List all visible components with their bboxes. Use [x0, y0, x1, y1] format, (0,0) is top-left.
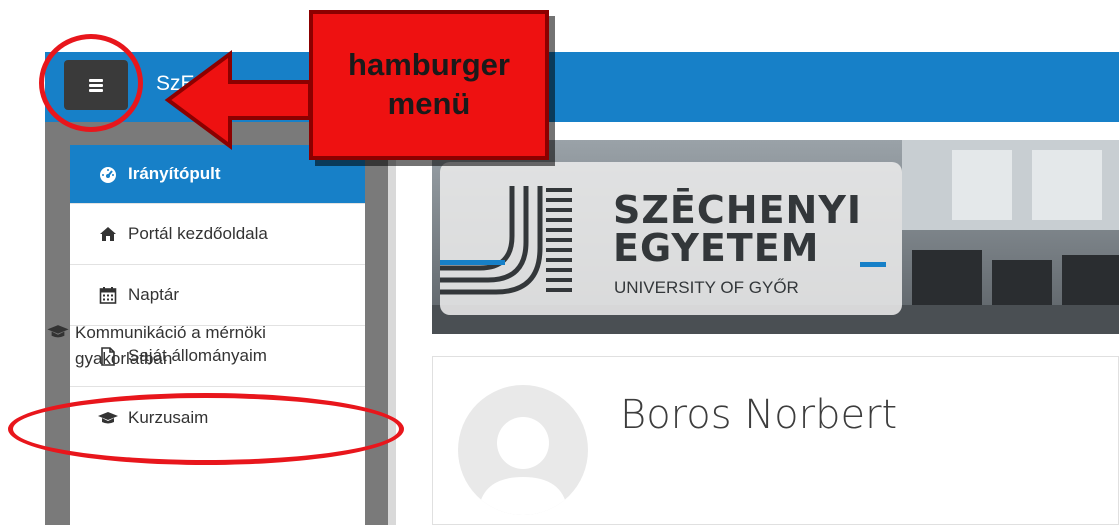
avatar[interactable] [458, 385, 588, 515]
calendar-icon [98, 286, 118, 304]
content-edge [388, 122, 396, 525]
sidebar-item-calendar[interactable]: Naptár [70, 265, 365, 326]
callout-arrow-icon [164, 50, 312, 150]
highlight-ring-courses [8, 393, 404, 465]
brand-name-line2: EGYETEM [613, 226, 820, 270]
highlight-ring-hamburger [39, 34, 143, 132]
sidebar-item-label: Irányítópult [128, 164, 221, 183]
annotation-callout: hamburger menü [309, 10, 549, 160]
brand-name-line3: UNIVERSITY OF GYŐR [614, 278, 799, 297]
sidebar-item-label: Naptár [128, 285, 180, 304]
profile-name: Boros Norbert [620, 392, 898, 438]
user-icon [478, 417, 568, 515]
graduation-cap-icon [47, 322, 69, 348]
sidebar-item-label: Portál kezdőoldala [128, 224, 268, 243]
callout-label: hamburger menü [348, 47, 510, 121]
home-icon [98, 225, 118, 243]
screenshot-stage: SzE Irányítópult Portál kezdőoldala Napt… [0, 0, 1119, 525]
sidebar-item-portal-home[interactable]: Portál kezdőoldala [70, 204, 365, 265]
dashboard-icon [98, 165, 118, 183]
university-logo-mark [440, 186, 572, 295]
brand-accent-bar [860, 262, 886, 267]
sidebar-item-course[interactable]: Kommunikáció a mérnöki gyakorlatban [47, 320, 287, 371]
sidebar-item-label: Kommunikáció a mérnöki gyakorlatban [75, 323, 266, 368]
